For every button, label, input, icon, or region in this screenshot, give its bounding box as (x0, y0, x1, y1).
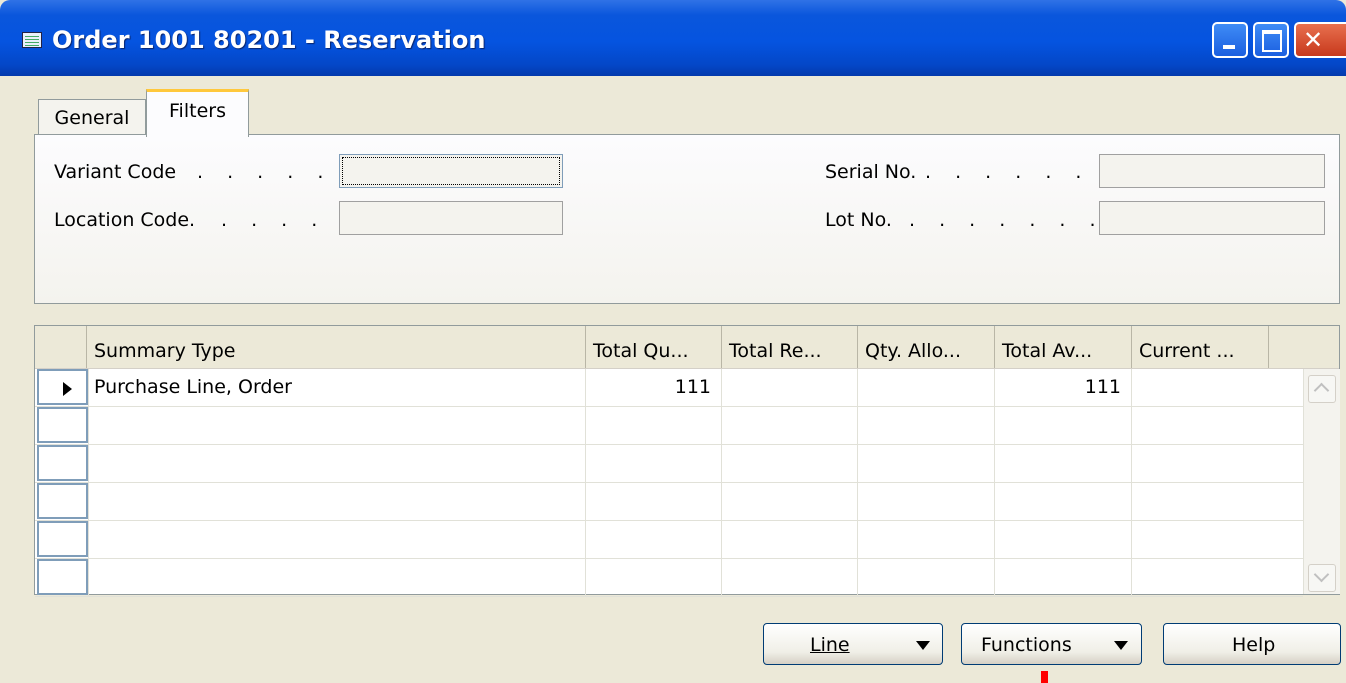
minimize-button[interactable] (1212, 22, 1248, 58)
cell-total-quantity[interactable] (585, 407, 721, 444)
location-code-field[interactable] (339, 201, 563, 235)
row-selector[interactable] (37, 559, 88, 595)
help-button-label: Help (1232, 634, 1276, 656)
table-row[interactable] (35, 521, 1303, 559)
cell-total-reserved[interactable] (721, 483, 857, 520)
cell-summary-type[interactable] (88, 483, 585, 520)
cell-summary-type[interactable]: Purchase Line, Order (88, 369, 585, 406)
cell-qty-allocated[interactable] (857, 445, 994, 482)
cell-total-available[interactable] (994, 521, 1131, 558)
annotation-marker (1041, 671, 1048, 683)
table-row[interactable] (35, 407, 1303, 445)
line-menu-button[interactable]: Line (763, 623, 943, 665)
vertical-scrollbar[interactable] (1303, 369, 1340, 594)
chevron-down-icon (916, 641, 930, 650)
column-qty-allocated[interactable]: Qty. Allo... (857, 326, 994, 368)
column-current[interactable]: Current ... (1131, 326, 1268, 368)
cell-summary-type[interactable] (88, 559, 585, 596)
cell-summary-type[interactable] (88, 521, 585, 558)
cell-total-quantity[interactable]: 111 (585, 369, 721, 406)
cell-summary-type[interactable] (88, 407, 585, 444)
variant-code-label: Variant Code (54, 161, 177, 183)
table-row[interactable] (35, 559, 1303, 597)
row-selector[interactable] (37, 445, 88, 481)
cell-total-quantity[interactable] (585, 559, 721, 596)
serial-no-label: Serial No. (825, 161, 917, 183)
close-button[interactable] (1294, 22, 1346, 58)
lot-no-label: Lot No. (825, 209, 892, 231)
cell-total-quantity[interactable] (585, 483, 721, 520)
table-row[interactable] (35, 445, 1303, 483)
column-total-reserved[interactable]: Total Re... (721, 326, 857, 368)
current-row-arrow-icon (63, 382, 72, 396)
cell-current[interactable] (1131, 521, 1268, 558)
lot-no-field[interactable] (1099, 201, 1325, 235)
scroll-down-icon[interactable] (1308, 564, 1336, 592)
table-row[interactable]: Purchase Line, Order 111 111 (35, 369, 1303, 407)
scroll-up-icon[interactable] (1308, 375, 1336, 403)
cell-total-available[interactable] (994, 483, 1131, 520)
row-selector[interactable] (37, 407, 88, 443)
tab-general[interactable]: General (38, 99, 146, 136)
row-selector[interactable] (37, 483, 88, 519)
column-summary-type[interactable]: Summary Type (86, 326, 585, 368)
row-selector[interactable] (37, 521, 88, 557)
cell-total-reserved[interactable] (721, 445, 857, 482)
cell-qty-allocated[interactable] (857, 369, 994, 406)
cell-qty-allocated[interactable] (857, 483, 994, 520)
cell-current[interactable] (1131, 445, 1268, 482)
cell-total-available[interactable] (994, 407, 1131, 444)
column-total-available[interactable]: Total Av... (994, 326, 1131, 368)
cell-total-available[interactable] (994, 445, 1131, 482)
column-extra (1268, 326, 1303, 368)
cell-total-available[interactable] (994, 559, 1131, 596)
cell-current[interactable] (1131, 559, 1268, 596)
grid-header: Summary Type Total Qu... Total Re... Qty… (35, 326, 1339, 369)
cell-qty-allocated[interactable] (857, 521, 994, 558)
column-total-quantity[interactable]: Total Qu... (585, 326, 721, 368)
cell-total-reserved[interactable] (721, 521, 857, 558)
cell-total-quantity[interactable] (585, 521, 721, 558)
help-button[interactable]: Help (1163, 623, 1341, 665)
cell-qty-allocated[interactable] (857, 407, 994, 444)
functions-menu-button[interactable]: Functions (961, 623, 1142, 665)
title-bar[interactable]: Order 1001 80201 - Reservation (0, 0, 1346, 76)
cell-current[interactable] (1131, 407, 1268, 444)
row-selector[interactable] (37, 369, 88, 405)
cell-qty-allocated[interactable] (857, 559, 994, 596)
line-button-label: Line (810, 634, 850, 656)
summary-grid: Summary Type Total Qu... Total Re... Qty… (34, 325, 1340, 597)
cell-current[interactable] (1131, 483, 1268, 520)
functions-button-label: Functions (981, 634, 1072, 656)
maximize-button[interactable] (1253, 22, 1289, 58)
tab-filters[interactable]: Filters (146, 89, 249, 137)
filters-panel: Variant Code . . . . . . . Location Code… (34, 134, 1340, 304)
cell-total-available[interactable]: 111 (994, 369, 1131, 406)
cell-total-reserved[interactable] (721, 369, 857, 406)
cell-total-reserved[interactable] (721, 407, 857, 444)
serial-no-field[interactable] (1099, 154, 1325, 188)
location-code-label: Location Code. (54, 209, 196, 231)
table-row[interactable] (35, 483, 1303, 521)
window-title: Order 1001 80201 - Reservation (52, 26, 486, 54)
window-form-icon (22, 32, 42, 48)
reservation-window: Order 1001 80201 - Reservation General F… (0, 0, 1346, 683)
cell-summary-type[interactable] (88, 445, 585, 482)
cell-total-quantity[interactable] (585, 445, 721, 482)
chevron-down-icon (1114, 641, 1128, 650)
cell-total-reserved[interactable] (721, 559, 857, 596)
cell-current[interactable] (1131, 369, 1268, 406)
variant-code-field[interactable] (339, 154, 563, 188)
